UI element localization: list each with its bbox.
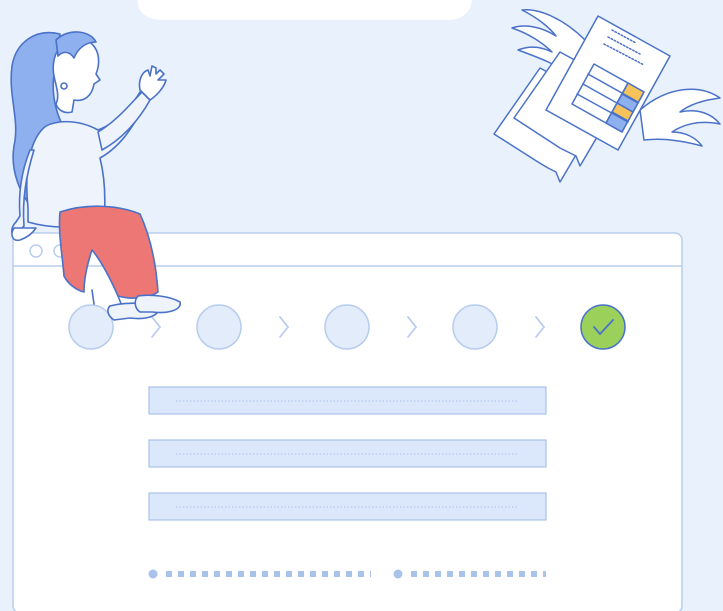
pagination-dot: [148, 569, 158, 579]
wizard-step: [324, 304, 370, 350]
raised-arm: [97, 91, 151, 151]
earring: [60, 82, 68, 90]
browser-window: [12, 232, 683, 611]
speech-bubble: [138, 0, 472, 20]
wizard-step-complete: [580, 304, 626, 350]
pagination-dot: [393, 569, 403, 579]
wizard-step: [452, 304, 498, 350]
window-frame: [12, 232, 683, 611]
onboarding-illustration: [10, 0, 721, 611]
flying-documents: [493, 9, 721, 183]
wizard-step: [68, 304, 114, 350]
form-fields: [148, 386, 547, 521]
wizard-step: [196, 304, 242, 350]
wing-right: [639, 88, 721, 147]
